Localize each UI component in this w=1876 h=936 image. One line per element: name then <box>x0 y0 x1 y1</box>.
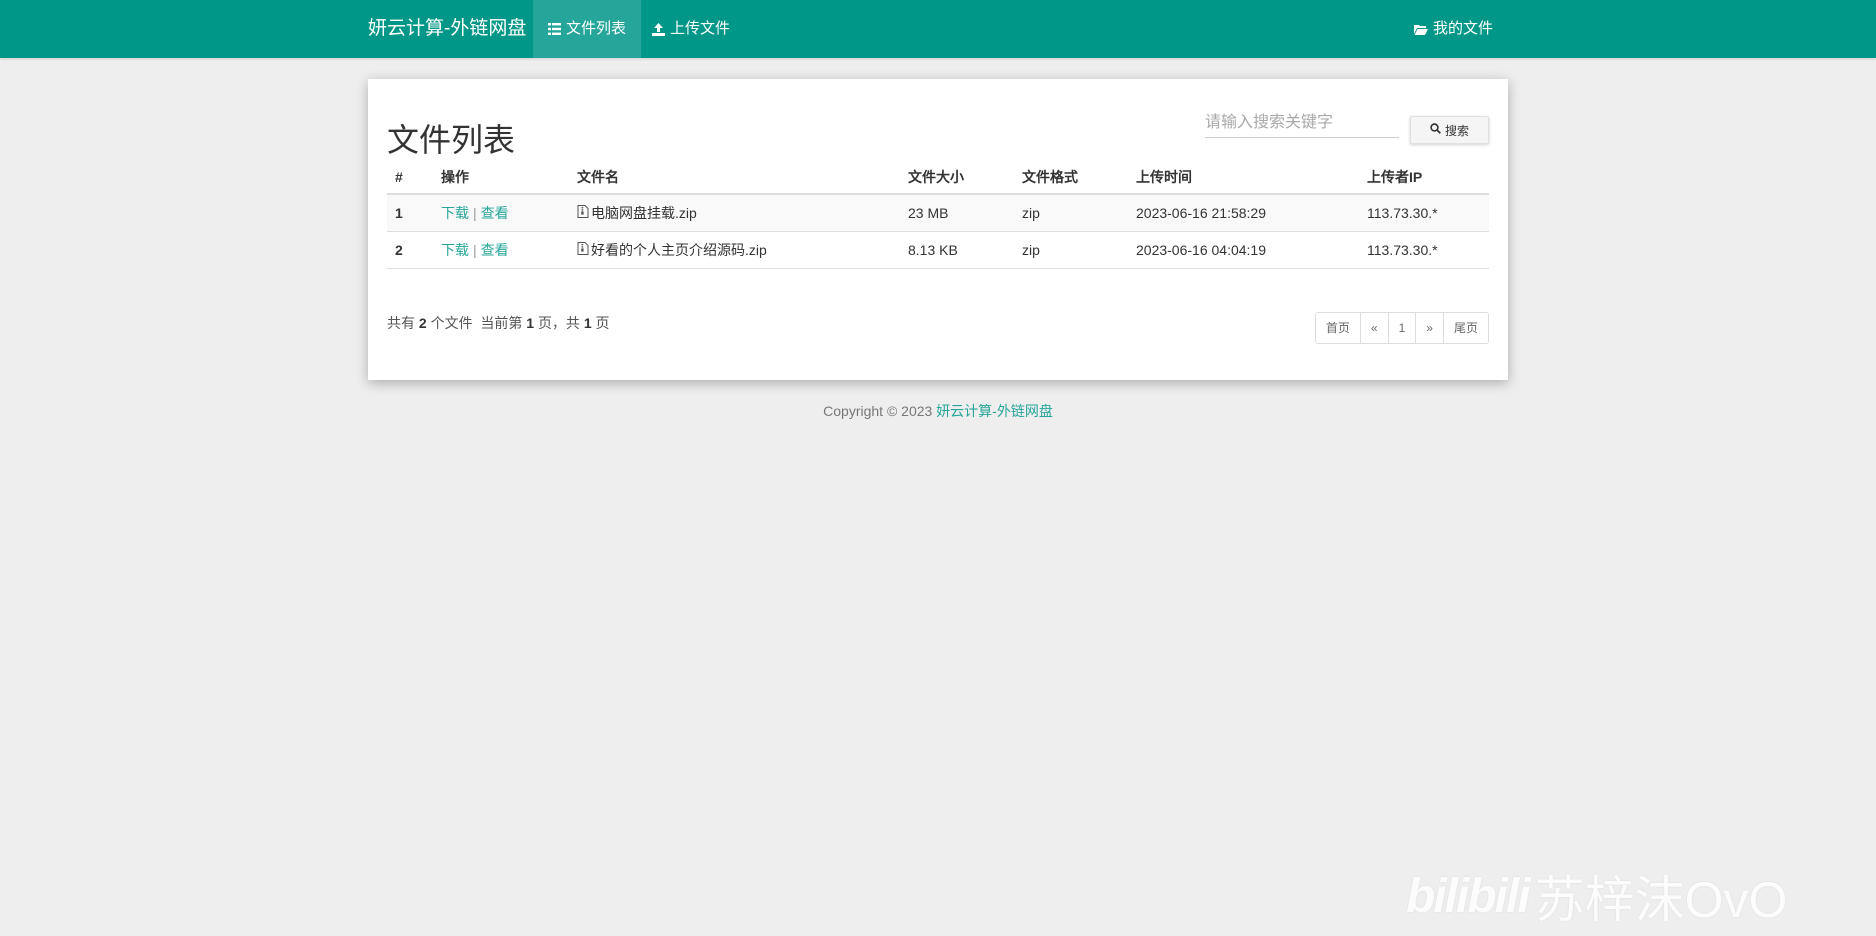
header-filename: 文件名 <box>569 161 900 195</box>
nav-file-list[interactable]: 文件列表 <box>533 0 642 58</box>
file-list-panel: 文件列表 搜索 # 操作 文件名 文件大小 文件格式 上传时间 上传者IP 1 <box>368 79 1508 380</box>
filename-text[interactable]: 好看的个人主页介绍源码.zip <box>591 240 767 260</box>
nav-upload-file[interactable]: 上传文件 <box>637 0 745 58</box>
brand-title[interactable]: 妍云计算-外链网盘 <box>368 0 526 58</box>
table-row: 1 下载 | 查看 电脑网盘挂载.zip 23 MB zip 2023-06-16 … <box>387 194 1489 232</box>
search-button-label: 搜索 <box>1444 123 1469 138</box>
nav-upload-file-label: 上传文件 <box>670 20 731 37</box>
bilibili-logo: bilibili <box>1406 869 1531 923</box>
header-upload-time: 上传时间 <box>1128 161 1359 195</box>
table-row: 2 下载 | 查看 好看的个人主页介绍源码.zip 8.13 KB zip 2023… <box>387 231 1489 269</box>
upload-icon <box>652 22 665 36</box>
table-header-row: # 操作 文件名 文件大小 文件格式 上传时间 上传者IP <box>387 161 1489 195</box>
summary-total-pages: 1 <box>583 315 592 331</box>
zip-file-icon <box>577 241 589 258</box>
list-icon <box>548 23 561 35</box>
top-navbar: 妍云计算-外链网盘 文件列表 上传文件 我的文件 <box>0 0 1876 58</box>
row-format: zip <box>1014 194 1128 232</box>
row-actions: 下载 | 查看 <box>433 231 569 269</box>
action-separator: | <box>473 241 477 258</box>
header-index: # <box>387 161 433 195</box>
nav-my-files-label: 我的文件 <box>1432 20 1493 37</box>
summary-text: 页，共 <box>537 315 580 331</box>
row-actions: 下载 | 查看 <box>433 194 569 232</box>
filename-text[interactable]: 电脑网盘挂载.zip <box>591 203 697 223</box>
header-uploader-ip: 上传者IP <box>1359 161 1489 195</box>
summary-current-page: 1 <box>526 315 535 331</box>
download-link[interactable]: 下载 <box>441 242 469 258</box>
summary-file-count: 2 <box>418 315 427 331</box>
summary-text: 页 <box>595 315 610 331</box>
row-uploader-ip: 113.73.30.* <box>1359 194 1489 232</box>
pagination: 首页 « 1 » 尾页 <box>1314 312 1489 344</box>
row-uploader-ip: 113.73.30.* <box>1359 231 1489 269</box>
file-table: # 操作 文件名 文件大小 文件格式 上传时间 上传者IP 1 下载|查看 <box>387 161 1489 269</box>
watermark-text: 苏梓沫OvO <box>1534 872 1788 928</box>
row-format: zip <box>1014 231 1128 269</box>
navbar-inner: 妍云计算-外链网盘 文件列表 上传文件 我的文件 <box>368 0 1508 58</box>
footer-link[interactable]: 妍云计算-外链网盘 <box>936 403 1053 419</box>
summary-text: 共有 <box>387 315 415 331</box>
download-link[interactable]: 下载 <box>441 205 469 221</box>
row-size: 23 MB <box>900 194 1014 232</box>
row-upload-time: 2023-06-16 04:04:19 <box>1128 231 1359 269</box>
row-index: 1 <box>387 194 433 232</box>
row-filename: 电脑网盘挂载.zip <box>569 194 900 232</box>
footer-copyright: Copyright © 2023 <box>823 403 937 419</box>
pagination-first[interactable]: 首页 <box>1315 313 1360 343</box>
pagination-last[interactable]: 尾页 <box>1442 313 1488 343</box>
view-link[interactable]: 查看 <box>481 242 509 258</box>
header-actions: 操作 <box>433 161 569 195</box>
pagination-next[interactable]: » <box>1415 313 1443 343</box>
page-title: 文件列表 <box>387 122 516 158</box>
search-button[interactable]: 搜索 <box>1410 116 1489 144</box>
view-link[interactable]: 查看 <box>481 205 509 221</box>
footer: Copyright © 2023 妍云计算-外链网盘 <box>0 401 1876 421</box>
row-upload-time: 2023-06-16 21:58:29 <box>1128 194 1359 232</box>
nav-file-list-label: 文件列表 <box>566 20 627 37</box>
row-filename: 好看的个人主页介绍源码.zip <box>569 231 900 269</box>
search-icon <box>1430 123 1441 137</box>
pagination-prev[interactable]: « <box>1359 313 1388 343</box>
zip-file-icon <box>577 204 589 221</box>
pagination-page-1[interactable]: 1 <box>1387 313 1416 343</box>
folder-open-icon <box>1413 24 1428 35</box>
row-index: 2 <box>387 231 433 269</box>
action-separator: | <box>473 204 477 221</box>
nav-my-files[interactable]: 我的文件 <box>1399 0 1508 58</box>
row-size: 8.13 KB <box>900 231 1014 269</box>
file-count-summary: 共有 2 个文件 当前第 1 页，共 1 页 <box>387 313 610 333</box>
search-input[interactable] <box>1205 108 1399 138</box>
watermark: bilibili 苏梓沫OvO <box>1406 856 1876 936</box>
summary-text: 个文件 当前第 <box>430 315 523 331</box>
header-format: 文件格式 <box>1014 161 1128 195</box>
header-size: 文件大小 <box>900 161 1014 195</box>
